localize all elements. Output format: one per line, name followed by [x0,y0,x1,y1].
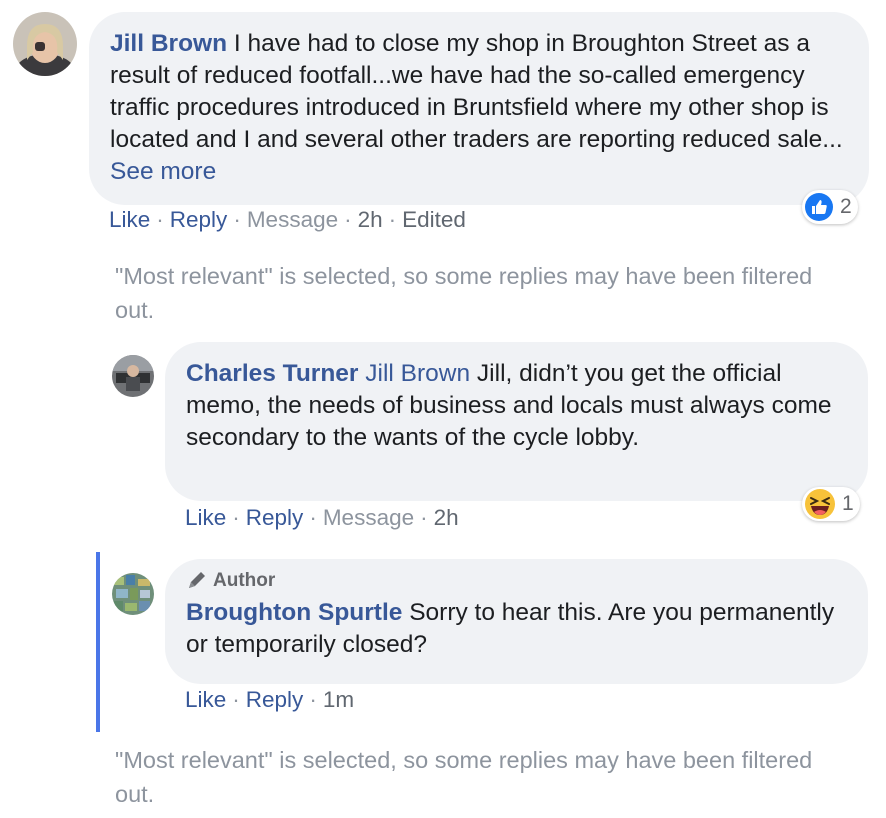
comment-actions: Like · Reply · 1m [185,687,354,713]
reply-bubble: Author Broughton Spurtle Sorry to hear t… [165,559,868,684]
reaction-badge[interactable]: 2 [802,190,858,224]
like-link[interactable]: Like [185,505,226,530]
mention-link[interactable]: Jill Brown [365,360,470,387]
timestamp[interactable]: 2h [434,505,459,530]
avatar[interactable] [112,573,154,615]
reply-link[interactable]: Reply [246,687,304,712]
reaction-badge[interactable]: 1 [802,487,860,521]
comment-bubble: Jill Brown I have had to close my shop i… [89,12,869,205]
reply-link[interactable]: Reply [246,505,304,530]
reaction-count: 2 [840,195,852,218]
separator: · [344,207,352,232]
avatar[interactable] [13,12,77,76]
reply-bubble: Charles Turner Jill Brown Jill, didn’t y… [165,342,868,501]
like-link[interactable]: Like [109,207,150,232]
message-link[interactable]: Message [323,505,414,530]
timestamp[interactable]: 2h [358,207,383,232]
comment-author[interactable]: Charles Turner [186,360,358,387]
timestamp[interactable]: 1m [323,687,354,712]
like-link[interactable]: Like [185,687,226,712]
comment-author[interactable]: Broughton Spurtle [186,599,402,626]
author-badge-label: Author [213,570,276,591]
separator: · [420,505,428,530]
separator: · [309,687,317,712]
haha-reaction-icon [805,489,835,519]
separator: · [309,505,317,530]
separator: · [232,687,240,712]
avatar[interactable] [112,355,154,397]
author-badge: Author [186,569,850,593]
message-link[interactable]: Message [247,207,338,232]
like-reaction-icon [805,193,833,221]
comment-author[interactable]: Jill Brown [110,30,227,57]
separator: · [233,207,241,232]
separator: · [156,207,164,232]
edited-label[interactable]: Edited [402,207,466,232]
comment-actions: Like · Reply · Message · 2h [185,505,459,531]
reply-link[interactable]: Reply [170,207,228,232]
comment-actions: Like · Reply · Message · 2h · Edited [109,207,466,233]
see-more-link[interactable]: See more [110,158,216,185]
filter-notice: "Most relevant" is selected, so some rep… [115,263,813,323]
separator: · [232,505,240,530]
reaction-count: 1 [842,492,854,515]
pencil-icon [189,572,205,588]
separator: · [388,207,397,232]
thread-highlight-bar [96,552,100,732]
filter-notice: "Most relevant" is selected, so some rep… [115,747,813,807]
